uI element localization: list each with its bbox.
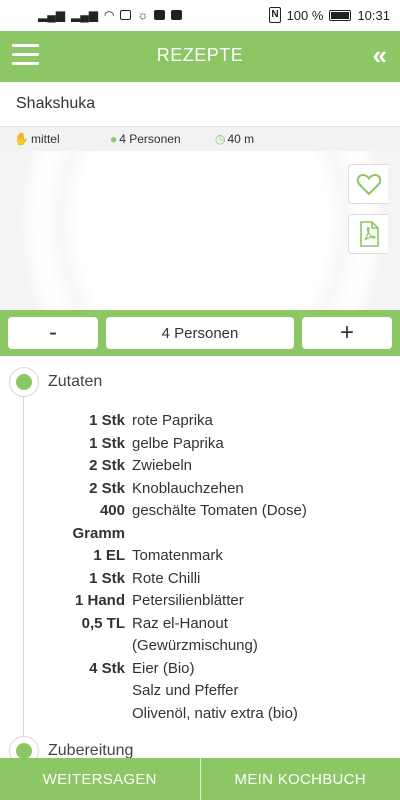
ingredient-name: Tomatenmark <box>132 547 223 564</box>
ingredient-quantity: 1 Hand <box>74 592 125 609</box>
time-meta: ◷ 40 m <box>215 132 254 146</box>
recipe-content: Zutaten 1 Stk rote Paprika 1 Stk gelbe Papr… <box>0 356 400 758</box>
recipe-meta-bar: ✋ mittel ● 4 Personen ◷ 40 m <box>0 126 400 151</box>
time-label: 40 m <box>227 132 255 146</box>
ingredient-quantity: 400 <box>99 502 125 519</box>
ingredients-section-marker[interactable] <box>9 367 39 397</box>
recipe-image <box>0 151 400 310</box>
ingredient-name: Salz und Pfeffer <box>132 682 239 699</box>
my-cookbook-button[interactable]: MEIN KOCHBUCH <box>201 758 400 800</box>
clock-icon: ◷ <box>215 132 226 146</box>
portion-value: 4 Personen <box>106 317 294 349</box>
battery-percent: 100 % <box>286 7 324 23</box>
ingredient-name: Raz el-Hanout <box>132 614 228 632</box>
decrease-portion-button[interactable]: - <box>8 317 98 349</box>
increase-portion-button[interactable]: + <box>302 317 392 349</box>
preparation-section-title[interactable]: Zubereitung <box>48 742 133 758</box>
signal-icon: ▂▄▆ <box>38 8 65 22</box>
difficulty-label: mittel <box>30 132 60 146</box>
ingredient-name: Rote Chilli <box>132 569 201 587</box>
ingredient-quantity: 1 EL <box>93 547 125 564</box>
youtube-icon-2 <box>171 10 183 20</box>
status-bar: ▂▄▆ ▂▄▆ ◠ ☼ N 100 % 10:31 <box>0 0 400 31</box>
ingredient-quantity: 2 Stk <box>89 479 125 497</box>
nfc-icon: N <box>269 7 281 23</box>
ingredient-quantity: 1 Stk <box>89 412 125 429</box>
heart-icon <box>356 173 381 196</box>
preparation-section-marker[interactable] <box>9 736 39 758</box>
brightness-icon: ☼ <box>137 8 149 22</box>
ingredient-quantity-unit: Gramm <box>72 524 125 542</box>
portion-control: - 4 Personen + <box>0 310 400 356</box>
status-icons-left: ▂▄▆ ▂▄▆ ◠ ☼ <box>38 8 183 22</box>
ingredient-quantity: 4 Stk <box>89 659 125 677</box>
ingredient-name: rote Paprika <box>132 412 213 429</box>
ingredient-quantity: 1 Stk <box>89 434 125 452</box>
status-icons-right: N 100 % 10:31 <box>269 7 390 23</box>
difficulty-meta: ✋ mittel <box>14 132 60 146</box>
ingredient-name: Eier (Bio) <box>132 659 195 677</box>
notification-icon <box>120 10 132 20</box>
battery-icon <box>329 9 352 21</box>
timeline-line <box>23 376 24 758</box>
plate-image <box>20 151 385 310</box>
clock: 10:31 <box>357 7 390 23</box>
ingredient-quantity: 2 Stk <box>89 457 125 474</box>
pdf-icon <box>359 221 379 247</box>
persons-meta: ● 4 Personen <box>110 132 181 146</box>
persons-label: 4 Personen <box>119 132 181 146</box>
favorite-button[interactable] <box>348 164 388 204</box>
ingredient-name: Zwiebeln <box>132 457 193 474</box>
ingredient-quantity: 1 Stk <box>89 569 125 587</box>
ingredient-name-continued: (Gewürzmischung) <box>132 637 258 654</box>
bottom-action-bar: WEITERSAGEN MEIN KOCHBUCH <box>0 758 400 800</box>
ingredient-name: Knoblauchzehen <box>132 479 244 497</box>
youtube-icon <box>154 10 166 20</box>
app-header: REZEPTE « <box>0 31 400 82</box>
ingredient-name: gelbe Paprika <box>132 434 224 452</box>
page-title: REZEPTE <box>156 45 244 65</box>
signal-icon-2: ▂▄▆ <box>70 8 98 22</box>
ingredient-name: geschälte Tomaten (Dose) <box>132 502 307 519</box>
ingredient-name: Olivenöl, nativ extra (bio) <box>132 704 298 722</box>
double-chevron-left-icon[interactable]: « <box>373 40 387 71</box>
wifi-icon: ◠ <box>103 8 115 22</box>
ingredient-name: Petersilienblätter <box>132 592 244 609</box>
ingredient-quantity: 0,5 TL <box>81 614 125 632</box>
share-button[interactable]: WEITERSAGEN <box>0 758 200 800</box>
recipe-title: Shakshuka <box>16 95 96 112</box>
ingredients-section-title[interactable]: Zutaten <box>48 373 102 391</box>
person-icon: ● <box>110 132 118 146</box>
pdf-button[interactable] <box>348 214 388 254</box>
hand-icon: ✋ <box>14 132 29 146</box>
bottom-bar-divider <box>199 758 201 800</box>
